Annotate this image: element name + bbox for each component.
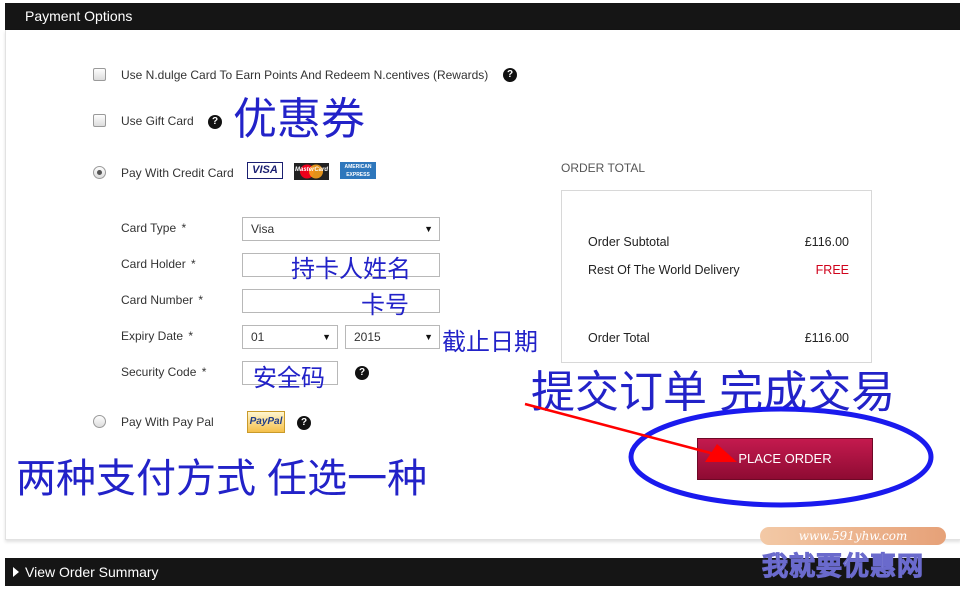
gift-card-label: Use Gift Card xyxy=(121,114,194,128)
mastercard-logo: MasterCard xyxy=(294,163,329,180)
payment-options-header: Payment Options xyxy=(5,3,960,30)
delivery-label: Rest Of The World Delivery xyxy=(588,263,740,277)
paypal-help-icon[interactable]: ? xyxy=(297,416,311,430)
order-total-label: Order Total xyxy=(588,331,650,345)
chevron-down-icon: ▼ xyxy=(424,332,433,342)
paypal-label: Pay With Pay Pal xyxy=(121,415,214,429)
credit-card-radio[interactable] xyxy=(93,166,106,179)
card-type-value: Visa xyxy=(251,222,275,236)
submit-annotation: 提交订单 完成交易 xyxy=(531,368,896,417)
delivery-value: FREE xyxy=(815,263,849,277)
card-holder-annotation: 持卡人姓名 xyxy=(291,256,411,283)
expiry-year-select[interactable]: 2015 ▼ xyxy=(345,325,440,349)
order-subtotal-value: £116.00 xyxy=(804,235,849,249)
card-type-label: Card Type * xyxy=(121,221,187,235)
card-type-select[interactable]: Visa ▼ xyxy=(242,217,440,241)
mastercard-logo-text: MasterCard xyxy=(294,167,328,173)
gift-card-checkbox[interactable] xyxy=(93,114,106,127)
card-number-input[interactable] xyxy=(242,289,440,313)
expiry-month-value: 01 xyxy=(251,330,265,344)
visa-logo: VISA xyxy=(247,162,283,179)
expiry-year-value: 2015 xyxy=(354,330,381,344)
chevron-down-icon: ▼ xyxy=(322,332,331,342)
coupon-annotation: 优惠券 xyxy=(233,95,365,144)
expiry-annotation: 截止日期 xyxy=(442,329,538,356)
credit-card-label: Pay With Credit Card xyxy=(121,166,234,180)
card-number-annotation: 卡号 xyxy=(361,292,409,319)
order-subtotal-label: Order Subtotal xyxy=(588,235,670,249)
rewards-label: Use N.dulge Card To Earn Points And Rede… xyxy=(121,68,489,82)
view-order-summary-label: View Order Summary xyxy=(25,564,159,580)
watermark-logo-text: 我就要优惠网 xyxy=(761,551,925,582)
expiry-month-select[interactable]: 01 ▼ xyxy=(242,325,338,349)
place-order-button[interactable]: PLACE ORDER xyxy=(697,438,873,480)
payment-methods-annotation: 两种支付方式 任选一种 xyxy=(16,457,428,501)
order-total-title: ORDER TOTAL xyxy=(561,161,646,175)
order-total-value: £116.00 xyxy=(804,331,849,345)
security-code-annotation: 安全码 xyxy=(253,365,325,392)
card-number-label: Card Number * xyxy=(121,293,204,307)
card-holder-label: Card Holder * xyxy=(121,257,196,271)
expiry-date-label: Expiry Date * xyxy=(121,329,194,343)
watermark-url: www.591yhw.com xyxy=(760,527,946,545)
paypal-radio[interactable] xyxy=(93,415,106,428)
security-code-label: Security Code * xyxy=(121,365,207,379)
rewards-help-icon[interactable]: ? xyxy=(503,68,517,82)
gift-card-help-icon[interactable]: ? xyxy=(208,115,222,129)
expand-triangle-icon xyxy=(13,567,19,577)
header-title: Payment Options xyxy=(25,8,133,24)
rewards-checkbox[interactable] xyxy=(93,68,106,81)
security-code-help-icon[interactable]: ? xyxy=(355,366,369,380)
amex-logo: AMERICAN EXPRESS xyxy=(340,162,376,179)
paypal-logo: PayPal xyxy=(247,411,285,433)
chevron-down-icon: ▼ xyxy=(424,224,433,234)
